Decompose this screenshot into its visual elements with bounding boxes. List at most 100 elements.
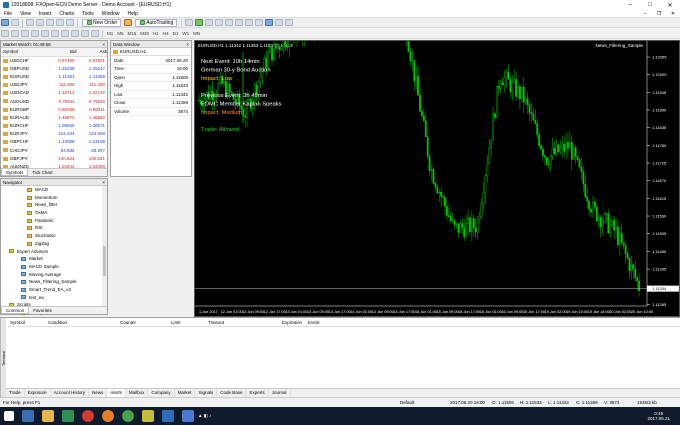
line-chart-icon[interactable] (205, 19, 214, 26)
column-limit[interactable]: Limit (171, 320, 181, 325)
menu-window[interactable]: Window (98, 11, 124, 17)
terminal-tab[interactable]: Signals (195, 389, 218, 397)
column-counter[interactable]: Counter (120, 320, 136, 325)
table-row[interactable]: USDCHF 0.97480 0.97501 (1, 56, 107, 64)
navigator-item[interactable]: Stochastic (1, 232, 107, 240)
tab-tick-chart[interactable]: Tick Chart (28, 169, 56, 176)
timeframe-m1[interactable]: M1 (105, 31, 115, 36)
new-chart-icon[interactable] (1, 19, 9, 26)
equidistant-channel-icon[interactable] (51, 30, 59, 37)
timeframe-m5[interactable]: M5 (115, 31, 125, 36)
timeframe-m30[interactable]: M30 (138, 31, 151, 36)
navigator-item[interactable]: Smart_Trend_EA_v3 (1, 286, 107, 294)
taskbar-clock[interactable]: 0:49 2017.06.21 (647, 411, 680, 421)
terminal-tab[interactable]: Alerts (107, 389, 126, 397)
terminal-tab[interactable]: Code Base (217, 389, 247, 397)
table-row[interactable]: GBPCHF 1.23088 1.23108 (1, 138, 107, 146)
crosshair-icon[interactable] (11, 30, 19, 37)
timeframe-h1[interactable]: H1 (151, 31, 161, 36)
timeframe-w1[interactable]: W1 (180, 31, 191, 36)
menu-view[interactable]: View (16, 11, 35, 17)
navigator-item[interactable]: Parabolic (1, 217, 107, 225)
zoom-in-icon[interactable] (215, 19, 224, 26)
indicators-icon[interactable] (265, 19, 274, 26)
tab-symbols[interactable]: Symbols (1, 169, 29, 176)
terminal-tab[interactable]: Mailbox (126, 389, 149, 397)
terminal-tab[interactable]: Market (175, 389, 196, 397)
table-row[interactable]: USDJPY 111.395 111.400 (1, 81, 107, 89)
terminal-tab[interactable]: Account History (51, 389, 90, 397)
mdi-minimize-button[interactable]: – (638, 11, 652, 17)
timeframe-mn[interactable]: MN (191, 31, 202, 36)
text-label-icon[interactable] (81, 30, 89, 37)
menu-charts[interactable]: Charts (55, 11, 78, 17)
column-symbol[interactable]: Symbol (10, 320, 25, 325)
metaeditor-icon[interactable] (124, 19, 133, 26)
text-icon[interactable] (71, 30, 79, 37)
navigator-item[interactable]: Moving Average (1, 271, 107, 279)
mdi-restore-button[interactable]: ❐ (652, 11, 666, 17)
table-row[interactable]: EURGBP 0.88199 0.88211 (1, 105, 107, 113)
strategy-tester-icon[interactable] (66, 19, 74, 26)
maximize-button[interactable]: □ (640, 2, 660, 9)
folder-icon[interactable] (42, 410, 54, 422)
column-expiration[interactable]: Expiration (282, 320, 302, 325)
autotrading-button[interactable]: AutoTrading (135, 18, 178, 27)
firefox-icon[interactable] (102, 410, 114, 422)
close-button[interactable]: ✕ (660, 2, 680, 9)
navigator-item[interactable]: News_filter (1, 201, 107, 209)
column-timeout[interactable]: Timeout (208, 320, 224, 325)
opera-icon[interactable] (82, 410, 94, 422)
navigator-item[interactable]: Expert Advisors (1, 248, 107, 256)
fibonacci-icon[interactable] (61, 30, 69, 37)
system-tray[interactable]: ▲ ◧ ♪ (198, 413, 211, 419)
profiles-icon[interactable] (11, 19, 19, 26)
bar-chart-icon[interactable] (185, 19, 194, 26)
vertical-line-icon[interactable] (21, 30, 29, 37)
table-row[interactable]: EURAUD 1.46872 1.46882 (1, 113, 107, 121)
terminal-tab[interactable]: Exposure (25, 389, 51, 397)
mdi-close-button[interactable]: ✕ (666, 11, 680, 17)
column-condition[interactable]: Condition (48, 320, 67, 325)
data-window-icon[interactable] (36, 19, 44, 26)
close-icon[interactable]: × (102, 179, 107, 185)
horizontal-line-icon[interactable] (31, 30, 39, 37)
autoscroll-icon[interactable] (245, 19, 254, 26)
terminal-icon[interactable] (56, 19, 64, 26)
tab-common[interactable]: Common (1, 307, 30, 314)
navigator-item[interactable]: MACD (1, 186, 107, 194)
table-row[interactable]: CADJPY 83.932 83.947 (1, 146, 107, 154)
chart-shift-icon[interactable] (255, 19, 264, 26)
terminal-tab[interactable]: Company (148, 389, 175, 397)
terminal-tab[interactable]: News (89, 389, 108, 397)
table-row[interactable]: EURJPY 124.044 124.058 (1, 130, 107, 138)
navigator-item[interactable]: News_Filtering_Sample (1, 278, 107, 286)
column-header-bid[interactable]: Bid (46, 48, 77, 57)
word-icon[interactable] (162, 410, 174, 422)
navigator-item[interactable]: Market (1, 255, 107, 263)
table-row[interactable]: AUDUSD 0.75811 0.75815 (1, 97, 107, 105)
arrows-icon[interactable] (91, 30, 99, 37)
minimize-button[interactable]: – (620, 2, 640, 9)
timeframe-h4[interactable]: H4 (161, 31, 171, 36)
column-event[interactable]: Event (308, 320, 320, 325)
close-icon[interactable]: × (102, 41, 107, 47)
market-watch-icon[interactable] (26, 19, 34, 26)
menu-help[interactable]: Help (124, 11, 142, 17)
tab-favorites[interactable]: Favorites (29, 307, 56, 314)
navigator-scrollbar[interactable] (102, 186, 107, 306)
menu-insert[interactable]: Insert (35, 11, 56, 17)
navigator-item[interactable]: MACD Sample (1, 263, 107, 271)
trendline-icon[interactable] (41, 30, 49, 37)
navigator-item[interactable]: RSI (1, 224, 107, 232)
table-row[interactable]: USDCAD 1.32712 1.32722 (1, 89, 107, 97)
explorer-icon[interactable] (142, 410, 154, 422)
chart-window[interactable]: EURUSD,H1 1.11342 1.11353 1.11333 1.1133… (194, 40, 680, 317)
windows-start-icon[interactable] (4, 411, 14, 421)
navigator-item[interactable]: test_ea (1, 294, 107, 302)
new-order-button[interactable]: New Order (82, 18, 122, 27)
templates-icon[interactable] (285, 19, 294, 26)
periods-icon[interactable] (275, 19, 284, 26)
navigator-item[interactable]: Momentum (1, 194, 107, 202)
timeframe-d1[interactable]: D1 (171, 31, 181, 36)
